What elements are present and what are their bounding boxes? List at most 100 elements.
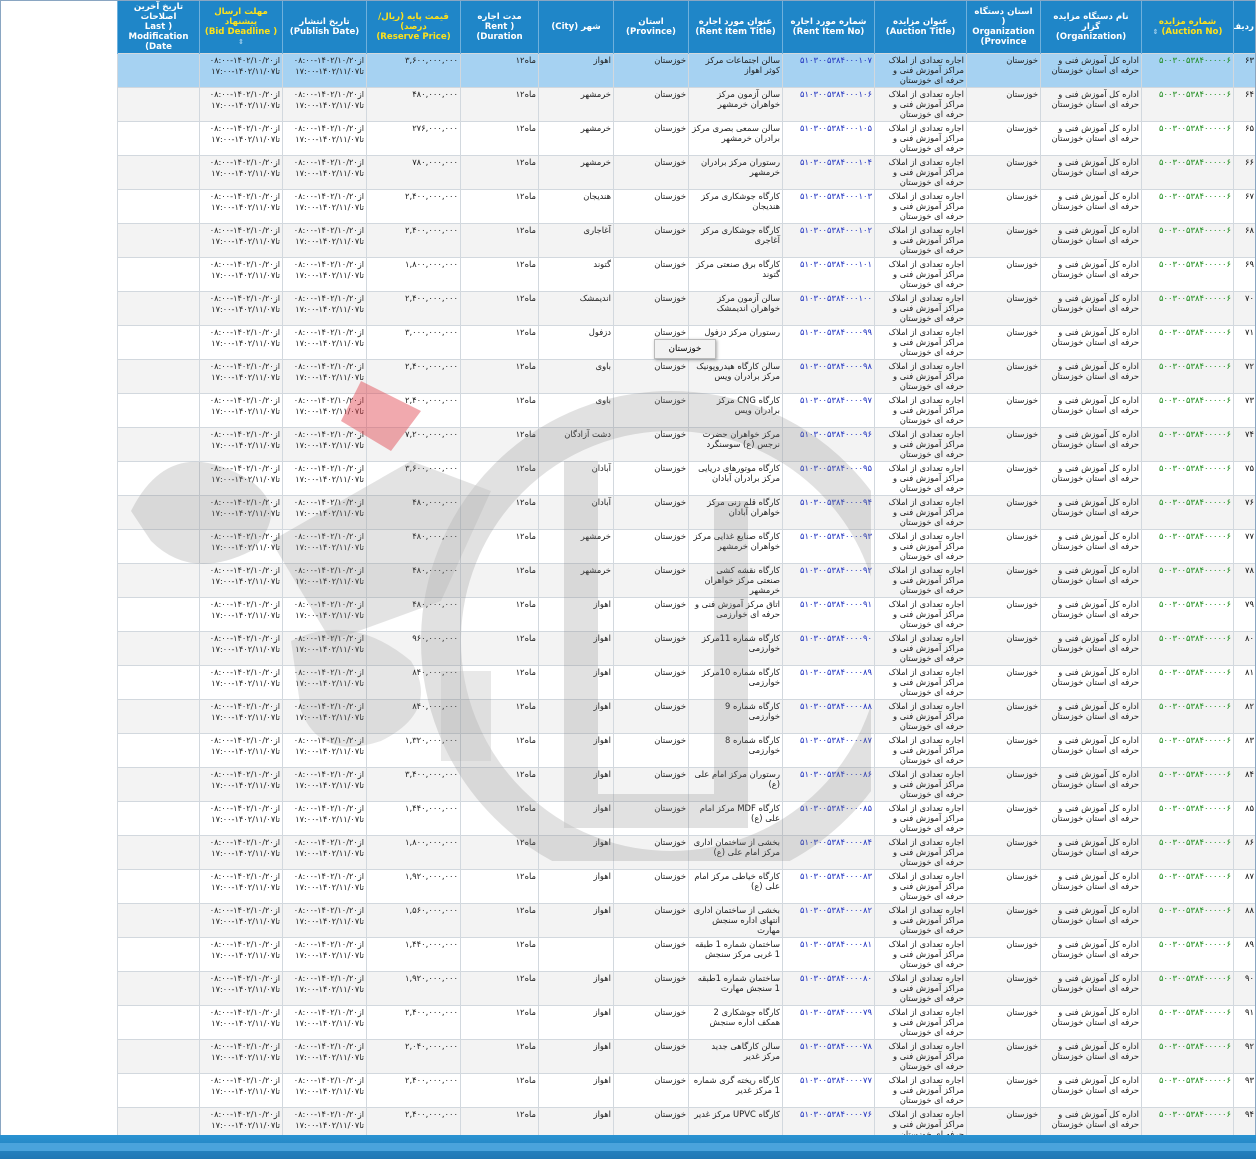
table-row[interactable]: ۸۷ ۵۰۰۳۰۰۵۳۸۴۰۰۰۰۰۶ اداره کل آموزش فنی و ح… bbox=[117, 869, 1255, 904]
table-row[interactable]: ۸۴ ۵۰۰۳۰۰۵۳۸۴۰۰۰۰۰۶ اداره کل آموزش فنی و ح… bbox=[117, 767, 1255, 802]
cell-rent-item-no[interactable]: ۵۱۰۳۰۰۵۳۸۴۰۰۰۰۹۰ bbox=[782, 631, 875, 666]
sort-arrows-icon[interactable]: ⇕ bbox=[238, 38, 244, 46]
table-row[interactable]: ۸۱ ۵۰۰۳۰۰۵۳۸۴۰۰۰۰۰۶ اداره کل آموزش فنی و ح… bbox=[117, 665, 1255, 700]
table-row[interactable]: ۶۳ ۵۰۰۳۰۰۵۳۸۴۰۰۰۰۰۶ اداره کل آموزش فنی و ح… bbox=[117, 53, 1255, 88]
cell-auction-no[interactable]: ۵۰۰۳۰۰۵۳۸۴۰۰۰۰۰۶ bbox=[1141, 937, 1234, 972]
cell-rent-item-no[interactable]: ۵۱۰۳۰۰۵۳۸۴۰۰۰۰۸۷ bbox=[782, 733, 875, 768]
cell-rent-item-no[interactable]: ۵۱۰۳۰۰۵۳۸۴۰۰۰۰۸۴ bbox=[782, 835, 875, 870]
col-publish-date[interactable]: تاریخ انتشار (Publish Date) bbox=[282, 1, 367, 54]
cell-auction-no[interactable]: ۵۰۰۳۰۰۵۳۸۴۰۰۰۰۰۶ bbox=[1141, 359, 1234, 394]
cell-auction-no[interactable]: ۵۰۰۳۰۰۵۳۸۴۰۰۰۰۰۶ bbox=[1141, 767, 1234, 802]
cell-rent-item-no[interactable]: ۵۱۰۳۰۰۵۳۸۴۰۰۰۰۹۹ bbox=[782, 325, 875, 360]
cell-auction-no[interactable]: ۵۰۰۳۰۰۵۳۸۴۰۰۰۰۰۶ bbox=[1141, 563, 1234, 598]
table-row[interactable]: ۶۶ ۵۰۰۳۰۰۵۳۸۴۰۰۰۰۰۶ اداره کل آموزش فنی و ح… bbox=[117, 155, 1255, 190]
cell-rent-item-no[interactable]: ۵۱۰۳۰۰۵۳۸۴۰۰۰۰۸۸ bbox=[782, 699, 875, 734]
cell-auction-no[interactable]: ۵۰۰۳۰۰۵۳۸۴۰۰۰۰۰۶ bbox=[1141, 495, 1234, 530]
cell-auction-no[interactable]: ۵۰۰۳۰۰۵۳۸۴۰۰۰۰۰۶ bbox=[1141, 1039, 1234, 1074]
sort-arrows-icon[interactable]: ⇕ bbox=[1153, 28, 1159, 36]
table-row[interactable]: ۸۸ ۵۰۰۳۰۰۵۳۸۴۰۰۰۰۰۶ اداره کل آموزش فنی و ح… bbox=[117, 903, 1255, 938]
table-row[interactable]: ۸۵ ۵۰۰۳۰۰۵۳۸۴۰۰۰۰۰۶ اداره کل آموزش فنی و ح… bbox=[117, 801, 1255, 836]
table-row[interactable]: ۹۲ ۵۰۰۳۰۰۵۳۸۴۰۰۰۰۰۶ اداره کل آموزش فنی و ح… bbox=[117, 1039, 1255, 1074]
table-row[interactable]: ۷۸ ۵۰۰۳۰۰۵۳۸۴۰۰۰۰۰۶ اداره کل آموزش فنی و ح… bbox=[117, 563, 1255, 598]
cell-rent-item-no[interactable]: ۵۱۰۳۰۰۵۳۸۴۰۰۰۱۰۳ bbox=[782, 189, 875, 224]
cell-auction-no[interactable]: ۵۰۰۳۰۰۵۳۸۴۰۰۰۰۰۶ bbox=[1141, 529, 1234, 564]
cell-rent-item-no[interactable]: ۵۱۰۳۰۰۵۳۸۴۰۰۰۰۸۲ bbox=[782, 903, 875, 938]
cell-rent-item-no[interactable]: ۵۱۰۳۰۰۵۳۸۴۰۰۰۰۸۹ bbox=[782, 665, 875, 700]
col-auction-no[interactable]: شماره مزایده (Auction No) ⇕ bbox=[1141, 1, 1234, 54]
col-auction-title[interactable]: عنوان مزایده (Auction Title) bbox=[874, 1, 967, 54]
table-row[interactable]: ۸۹ ۵۰۰۳۰۰۵۳۸۴۰۰۰۰۰۶ اداره کل آموزش فنی و ح… bbox=[117, 937, 1255, 972]
table-row[interactable]: ۶۵ ۵۰۰۳۰۰۵۳۸۴۰۰۰۰۰۶ اداره کل آموزش فنی و ح… bbox=[117, 121, 1255, 156]
cell-auction-no[interactable]: ۵۰۰۳۰۰۵۳۸۴۰۰۰۰۰۶ bbox=[1141, 87, 1234, 122]
table-row[interactable]: ۷۴ ۵۰۰۳۰۰۵۳۸۴۰۰۰۰۰۶ اداره کل آموزش فنی و ح… bbox=[117, 427, 1255, 462]
col-duration[interactable]: مدت اجاره( Rent Duration) bbox=[460, 1, 539, 54]
cell-auction-no[interactable]: ۵۰۰۳۰۰۵۳۸۴۰۰۰۰۰۶ bbox=[1141, 189, 1234, 224]
cell-rent-item-no[interactable]: ۵۱۰۳۰۰۵۳۸۴۰۰۰۱۰۵ bbox=[782, 121, 875, 156]
table-row[interactable]: ۷۶ ۵۰۰۳۰۰۵۳۸۴۰۰۰۰۰۶ اداره کل آموزش فنی و ح… bbox=[117, 495, 1255, 530]
col-modification-date[interactable]: تاریخ آخرین اصلاحات( Last Modification D… bbox=[117, 1, 200, 54]
cell-rent-item-no[interactable]: ۵۱۰۳۰۰۵۳۸۴۰۰۰۱۰۱ bbox=[782, 257, 875, 292]
cell-auction-no[interactable]: ۵۰۰۳۰۰۵۳۸۴۰۰۰۰۰۶ bbox=[1141, 631, 1234, 666]
table-row[interactable]: ۹۰ ۵۰۰۳۰۰۵۳۸۴۰۰۰۰۰۶ اداره کل آموزش فنی و ح… bbox=[117, 971, 1255, 1006]
col-organization[interactable]: نام دستگاه مزایده گزار (Organization) bbox=[1040, 1, 1142, 54]
table-row[interactable]: ۷۷ ۵۰۰۳۰۰۵۳۸۴۰۰۰۰۰۶ اداره کل آموزش فنی و ح… bbox=[117, 529, 1255, 564]
cell-rent-item-no[interactable]: ۵۱۰۳۰۰۵۳۸۴۰۰۰۰۹۸ bbox=[782, 359, 875, 394]
cell-auction-no[interactable]: ۵۰۰۳۰۰۵۳۸۴۰۰۰۰۰۶ bbox=[1141, 121, 1234, 156]
cell-auction-no[interactable]: ۵۰۰۳۰۰۵۳۸۴۰۰۰۰۰۶ bbox=[1141, 325, 1234, 360]
table-row[interactable]: ۸۲ ۵۰۰۳۰۰۵۳۸۴۰۰۰۰۰۶ اداره کل آموزش فنی و ح… bbox=[117, 699, 1255, 734]
table-row[interactable]: ۸۳ ۵۰۰۳۰۰۵۳۸۴۰۰۰۰۰۶ اداره کل آموزش فنی و ح… bbox=[117, 733, 1255, 768]
cell-auction-no[interactable]: ۵۰۰۳۰۰۵۳۸۴۰۰۰۰۰۶ bbox=[1141, 699, 1234, 734]
cell-auction-no[interactable]: ۵۰۰۳۰۰۵۳۸۴۰۰۰۰۰۶ bbox=[1141, 223, 1234, 258]
cell-auction-no[interactable]: ۵۰۰۳۰۰۵۳۸۴۰۰۰۰۰۶ bbox=[1141, 393, 1234, 428]
table-row[interactable]: ۶۴ ۵۰۰۳۰۰۵۳۸۴۰۰۰۰۰۶ اداره کل آموزش فنی و ح… bbox=[117, 87, 1255, 122]
table-row[interactable]: ۷۰ ۵۰۰۳۰۰۵۳۸۴۰۰۰۰۰۶ اداره کل آموزش فنی و ح… bbox=[117, 291, 1255, 326]
col-reserve-price[interactable]: قیمت پایه (ریال/درصد) (Reserve Price) bbox=[366, 1, 461, 54]
col-row-no[interactable]: ردیف bbox=[1233, 1, 1255, 54]
cell-rent-item-no[interactable]: ۵۱۰۳۰۰۵۳۸۴۰۰۰۰۷۷ bbox=[782, 1073, 875, 1108]
cell-auction-no[interactable]: ۵۰۰۳۰۰۵۳۸۴۰۰۰۰۰۶ bbox=[1141, 835, 1234, 870]
cell-auction-no[interactable]: ۵۰۰۳۰۰۵۳۸۴۰۰۰۰۰۶ bbox=[1141, 801, 1234, 836]
bottom-scrollbar[interactable] bbox=[0, 1135, 1256, 1159]
cell-auction-no[interactable]: ۵۰۰۳۰۰۵۳۸۴۰۰۰۰۰۶ bbox=[1141, 257, 1234, 292]
table-row[interactable]: ۷۲ ۵۰۰۳۰۰۵۳۸۴۰۰۰۰۰۶ اداره کل آموزش فنی و ح… bbox=[117, 359, 1255, 394]
table-row[interactable]: ۶۹ ۵۰۰۳۰۰۵۳۸۴۰۰۰۰۰۶ اداره کل آموزش فنی و ح… bbox=[117, 257, 1255, 292]
cell-auction-no[interactable]: ۵۰۰۳۰۰۵۳۸۴۰۰۰۰۰۶ bbox=[1141, 869, 1234, 904]
col-deadline[interactable]: مهلت ارسال پیشنهاد( Bid Deadline) ⇕ bbox=[199, 1, 283, 54]
cell-auction-no[interactable]: ۵۰۰۳۰۰۵۳۸۴۰۰۰۰۰۶ bbox=[1141, 597, 1234, 632]
cell-auction-no[interactable]: ۵۰۰۳۰۰۵۳۸۴۰۰۰۰۰۶ bbox=[1141, 971, 1234, 1006]
table-row[interactable]: ۷۵ ۵۰۰۳۰۰۵۳۸۴۰۰۰۰۰۶ اداره کل آموزش فنی و ح… bbox=[117, 461, 1255, 496]
cell-rent-item-no[interactable]: ۵۱۰۳۰۰۵۳۸۴۰۰۰۰۹۱ bbox=[782, 597, 875, 632]
col-province[interactable]: استان (Province) bbox=[613, 1, 689, 54]
cell-auction-no[interactable]: ۵۰۰۳۰۰۵۳۸۴۰۰۰۰۰۶ bbox=[1141, 461, 1234, 496]
cell-rent-item-no[interactable]: ۵۱۰۳۰۰۵۳۸۴۰۰۰۱۰۴ bbox=[782, 155, 875, 190]
table-row[interactable]: ۹۱ ۵۰۰۳۰۰۵۳۸۴۰۰۰۰۰۶ اداره کل آموزش فنی و ح… bbox=[117, 1005, 1255, 1040]
table-row[interactable]: ۹۳ ۵۰۰۳۰۰۵۳۸۴۰۰۰۰۰۶ اداره کل آموزش فنی و ح… bbox=[117, 1073, 1255, 1108]
cell-rent-item-no[interactable]: ۵۱۰۳۰۰۵۳۸۴۰۰۰۰۹۴ bbox=[782, 495, 875, 530]
cell-rent-item-no[interactable]: ۵۱۰۳۰۰۵۳۸۴۰۰۰۱۰۷ bbox=[782, 53, 875, 88]
cell-auction-no[interactable]: ۵۰۰۳۰۰۵۳۸۴۰۰۰۰۰۶ bbox=[1141, 665, 1234, 700]
cell-rent-item-no[interactable]: ۵۱۰۳۰۰۵۳۸۴۰۰۰۰۹۶ bbox=[782, 427, 875, 462]
cell-rent-item-no[interactable]: ۵۱۰۳۰۰۵۳۸۴۰۰۰۰۹۲ bbox=[782, 563, 875, 598]
table-row[interactable]: ۶۷ ۵۰۰۳۰۰۵۳۸۴۰۰۰۰۰۶ اداره کل آموزش فنی و ح… bbox=[117, 189, 1255, 224]
cell-auction-no[interactable]: ۵۰۰۳۰۰۵۳۸۴۰۰۰۰۰۶ bbox=[1141, 1073, 1234, 1108]
table-row[interactable]: ۷۹ ۵۰۰۳۰۰۵۳۸۴۰۰۰۰۰۶ اداره کل آموزش فنی و ح… bbox=[117, 597, 1255, 632]
cell-auction-no[interactable]: ۵۰۰۳۰۰۵۳۸۴۰۰۰۰۰۶ bbox=[1141, 1005, 1234, 1040]
table-row[interactable]: ۶۸ ۵۰۰۳۰۰۵۳۸۴۰۰۰۰۰۶ اداره کل آموزش فنی و ح… bbox=[117, 223, 1255, 258]
cell-rent-item-no[interactable]: ۵۱۰۳۰۰۵۳۸۴۰۰۰۱۰۰ bbox=[782, 291, 875, 326]
cell-rent-item-no[interactable]: ۵۱۰۳۰۰۵۳۸۴۰۰۰۰۸۱ bbox=[782, 937, 875, 972]
cell-auction-no[interactable]: ۵۰۰۳۰۰۵۳۸۴۰۰۰۰۰۶ bbox=[1141, 53, 1234, 88]
table-row[interactable]: ۸۶ ۵۰۰۳۰۰۵۳۸۴۰۰۰۰۰۶ اداره کل آموزش فنی و ح… bbox=[117, 835, 1255, 870]
cell-rent-item-no[interactable]: ۵۱۰۳۰۰۵۳۸۴۰۰۰۰۸۰ bbox=[782, 971, 875, 1006]
cell-rent-item-no[interactable]: ۵۱۰۳۰۰۵۳۸۴۰۰۰۰۸۵ bbox=[782, 801, 875, 836]
cell-auction-no[interactable]: ۵۰۰۳۰۰۵۳۸۴۰۰۰۰۰۶ bbox=[1141, 291, 1234, 326]
cell-rent-item-no[interactable]: ۵۱۰۳۰۰۵۳۸۴۰۰۰۱۰۲ bbox=[782, 223, 875, 258]
cell-rent-item-no[interactable]: ۵۱۰۳۰۰۵۳۸۴۰۰۰۰۹۷ bbox=[782, 393, 875, 428]
col-rent-item-title[interactable]: عنوان مورد اجاره (Rent Item Title) bbox=[688, 1, 783, 54]
table-row[interactable]: ۸۰ ۵۰۰۳۰۰۵۳۸۴۰۰۰۰۰۶ اداره کل آموزش فنی و ح… bbox=[117, 631, 1255, 666]
cell-auction-no[interactable]: ۵۰۰۳۰۰۵۳۸۴۰۰۰۰۰۶ bbox=[1141, 903, 1234, 938]
cell-rent-item-no[interactable]: ۵۱۰۳۰۰۵۳۸۴۰۰۰۰۹۵ bbox=[782, 461, 875, 496]
cell-rent-item-no[interactable]: ۵۱۰۳۰۰۵۳۸۴۰۰۰۰۹۳ bbox=[782, 529, 875, 564]
col-org-province[interactable]: استان دستگاه( Organization Province) bbox=[966, 1, 1041, 54]
cell-rent-item-no[interactable]: ۵۱۰۳۰۰۵۳۸۴۰۰۰۰۷۸ bbox=[782, 1039, 875, 1074]
cell-auction-no[interactable]: ۵۰۰۳۰۰۵۳۸۴۰۰۰۰۰۶ bbox=[1141, 155, 1234, 190]
